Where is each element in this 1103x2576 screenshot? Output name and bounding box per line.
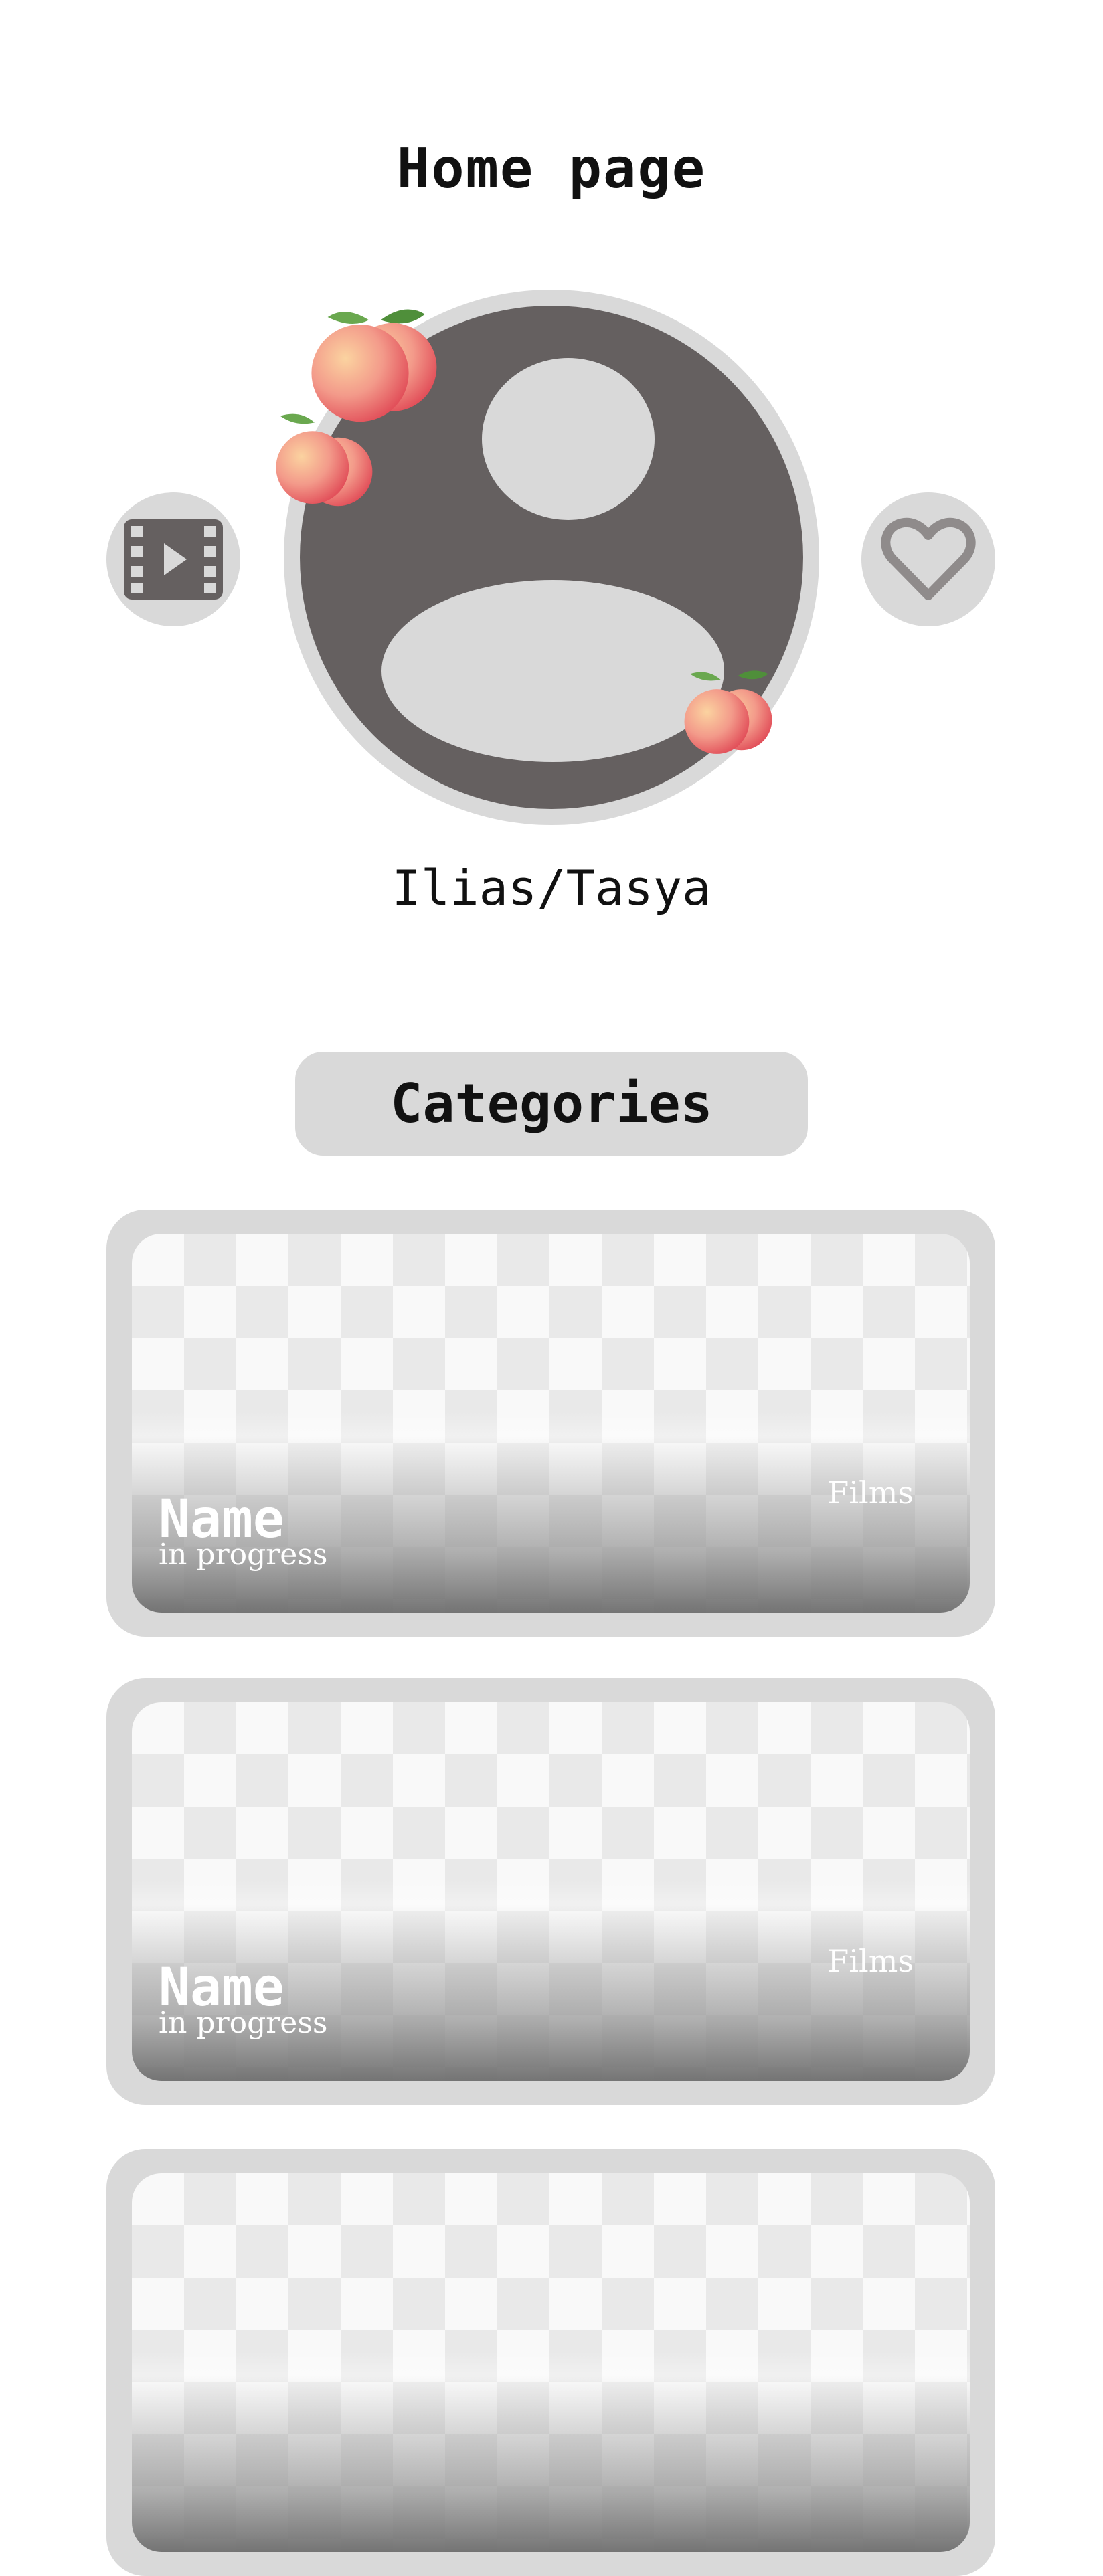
- categories-button[interactable]: Categories: [295, 1052, 808, 1156]
- heart-icon: [881, 517, 976, 600]
- card-subtitle: in progress: [159, 1538, 328, 1572]
- page-title: Home page: [396, 137, 707, 201]
- card-image-placeholder: Films Name in progress: [132, 1234, 970, 1613]
- username: Ilias/Tasya: [392, 860, 711, 916]
- card-image-placeholder: [132, 2173, 970, 2552]
- card-tag: Films: [827, 1943, 914, 1979]
- card-image-placeholder: Films Name in progress: [132, 1702, 970, 2081]
- films-button[interactable]: [106, 492, 240, 626]
- category-card[interactable]: [106, 2149, 995, 2576]
- avatar-head-shape: [482, 358, 655, 520]
- category-card[interactable]: Films Name in progress: [106, 1678, 995, 2105]
- card-tag: Films: [827, 1475, 914, 1511]
- card-subtitle: in progress: [159, 2006, 328, 2040]
- card-gradient: [132, 2351, 970, 2552]
- film-icon: [124, 519, 223, 600]
- avatar-body-shape: [381, 580, 724, 762]
- peach-icon: [684, 670, 772, 754]
- favorites-button[interactable]: [861, 492, 995, 626]
- category-card[interactable]: Films Name in progress: [106, 1210, 995, 1637]
- peach-icon: [276, 413, 373, 507]
